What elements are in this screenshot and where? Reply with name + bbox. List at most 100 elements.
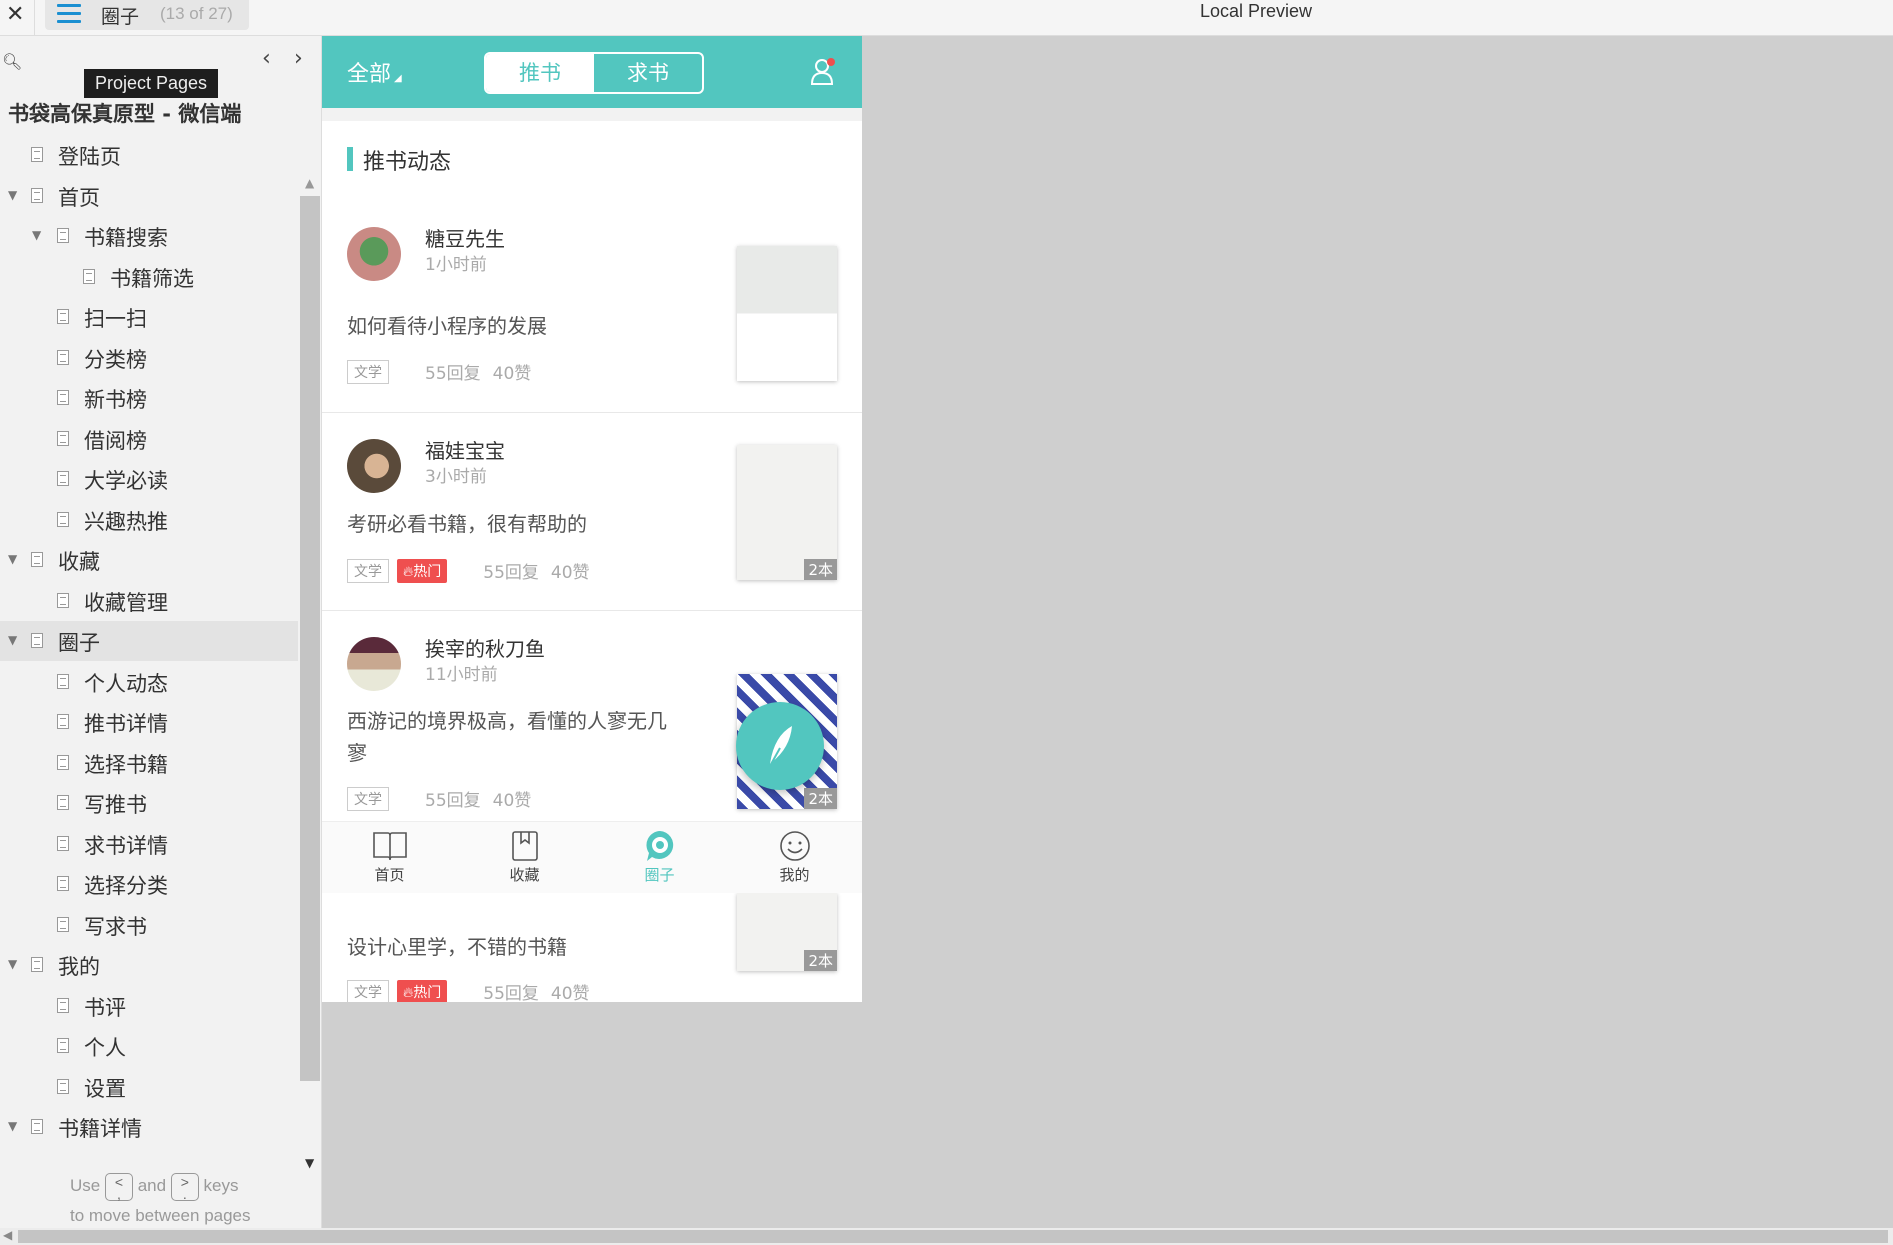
tab-home[interactable]: 首页 — [322, 822, 457, 893]
tab-recommend[interactable]: 推书 — [486, 54, 594, 92]
scrollbar-thumb[interactable] — [300, 196, 320, 1081]
tree-item[interactable]: 分类榜 — [0, 338, 298, 378]
tree-item[interactable]: 新书榜 — [0, 378, 298, 418]
top-bar: ✕ 圈子 (13 of 27) Local Preview — [0, 0, 1893, 36]
menu-icon[interactable] — [57, 4, 81, 24]
tree-item-label: 设置 — [84, 1076, 126, 1101]
page-icon — [57, 876, 69, 891]
tree-item[interactable]: 登陆页 — [0, 135, 298, 175]
category-tag: 文学 — [347, 979, 389, 1002]
page-icon — [57, 1038, 69, 1053]
keyboard-hint: Use <, and >. keys to move between pages — [70, 1171, 310, 1230]
tree-item[interactable]: ▼ 圈子 — [0, 621, 298, 661]
expand-arrow-icon[interactable]: ▼ — [8, 633, 17, 647]
hint-text: to move between pages — [70, 1205, 251, 1225]
next-page-button[interactable]: › — [294, 46, 303, 71]
post-item[interactable]: 设计心里学，不错的书籍 文学 🔥︎热门 55回复 40赞 2本 — [322, 893, 862, 1002]
preview-title: Local Preview — [1200, 1, 1313, 21]
tab-mine[interactable]: 我的 — [727, 822, 862, 893]
page-icon — [57, 795, 69, 810]
hot-badge: 🔥︎热门 — [397, 558, 448, 583]
book-cover[interactable] — [737, 246, 837, 381]
divider — [34, 0, 35, 36]
key-prev: <, — [104, 1172, 133, 1201]
page-icon — [31, 633, 43, 648]
close-icon[interactable]: ✕ — [6, 2, 24, 27]
page-icon — [31, 552, 43, 567]
tree-item[interactable]: 兴趣热推 — [0, 500, 298, 540]
scroll-down-icon[interactable]: ▼ — [305, 1156, 314, 1170]
page-icon — [31, 147, 43, 162]
horizontal-scrollbar[interactable]: ◀ — [0, 1228, 1893, 1245]
filter-dropdown[interactable]: 全部 ◢ — [347, 56, 402, 88]
tree-item-label: 兴趣热推 — [84, 509, 168, 534]
post-text: 西游记的境界极高，看懂的人寥无几寥 — [347, 709, 667, 765]
expand-arrow-icon[interactable]: ▼ — [8, 957, 17, 971]
avatar[interactable] — [347, 227, 401, 281]
page-icon — [57, 673, 69, 689]
page-icon — [57, 916, 69, 932]
page-icon — [57, 835, 69, 851]
prev-page-button[interactable]: ‹ — [262, 46, 271, 71]
tree-item-label: 登陆页 — [58, 145, 121, 169]
expand-arrow-icon[interactable]: ▼ — [8, 1119, 17, 1133]
user-icon[interactable] — [810, 58, 836, 86]
tree-item[interactable]: 书籍筛选 — [0, 257, 298, 297]
tree-item[interactable]: ▼ 首页 — [0, 176, 298, 216]
tree-item-label: 借阅榜 — [84, 428, 147, 453]
page-icon — [57, 511, 69, 527]
user-name[interactable]: 糖豆先生 — [425, 223, 505, 252]
tree-item[interactable]: 书评 — [0, 986, 298, 1026]
post-item[interactable]: 糖豆先生 1小时前 如何看待小程序的发展 文学 55回复 40赞 — [322, 201, 862, 413]
tree-item[interactable]: 大学必读 — [0, 459, 298, 499]
tree-item[interactable]: 写求书 — [0, 905, 298, 945]
search-icon[interactable]: 🔍︎ — [2, 52, 22, 71]
sidebar-scrollbar[interactable]: ▲ ▼ — [300, 176, 320, 1176]
tree-item[interactable]: 求书详情 — [0, 824, 298, 864]
tree-item-label: 收藏管理 — [84, 590, 168, 615]
tree-item[interactable]: 写推书 — [0, 783, 298, 823]
scrollbar-thumb[interactable] — [18, 1230, 1888, 1243]
tree-item[interactable]: 个人动态 — [0, 662, 298, 702]
book-cover[interactable]: 2本 — [737, 445, 837, 580]
page-icon — [57, 471, 69, 486]
write-post-button[interactable] — [736, 702, 824, 790]
tab-favorites[interactable]: 收藏 — [457, 822, 592, 893]
scroll-up-icon[interactable]: ▲ — [305, 176, 314, 190]
post-meta: 文学 55回复 40赞 — [347, 359, 543, 384]
expand-arrow-icon[interactable]: ▼ — [8, 552, 17, 566]
tree-item[interactable]: 推书详情 — [0, 702, 298, 742]
post-time: 1小时前 — [425, 255, 487, 275]
tree-item[interactable]: ▼ 收藏 — [0, 540, 298, 580]
tree-item[interactable]: 选择书籍 — [0, 743, 298, 783]
avatar[interactable] — [347, 637, 401, 691]
tree-item[interactable]: ▼ 我的 — [0, 945, 298, 985]
post-text: 设计心里学，不错的书籍 — [347, 935, 567, 959]
scroll-left-icon[interactable]: ◀ — [3, 1228, 12, 1242]
avatar[interactable] — [347, 439, 401, 493]
tab-request[interactable]: 求书 — [594, 54, 702, 92]
user-name[interactable]: 挨宰的秋刀鱼 — [425, 633, 545, 662]
tree-item[interactable]: 收藏管理 — [0, 581, 298, 621]
post-item[interactable]: 福娃宝宝 3小时前 考研必看书籍，很有帮助的 文学 🔥︎热门 55回复 40赞 2本 — [322, 413, 862, 611]
tree-item[interactable]: ▼ 书籍搜索 — [0, 216, 298, 256]
tree-item[interactable]: 扫一扫 — [0, 297, 298, 337]
tree-item[interactable]: 个人 — [0, 1026, 298, 1066]
expand-arrow-icon[interactable]: ▼ — [32, 228, 41, 242]
tree-item[interactable]: 选择分类 — [0, 864, 298, 904]
category-tag: 文学 — [347, 558, 389, 583]
expand-arrow-icon[interactable]: ▼ — [8, 188, 17, 202]
tree-item[interactable]: 借阅榜 — [0, 419, 298, 459]
page-icon — [31, 957, 43, 972]
tree-item-label: 求书详情 — [84, 833, 168, 858]
user-name[interactable]: 福娃宝宝 — [425, 435, 505, 464]
page-icon — [57, 997, 69, 1013]
page-selector[interactable]: 圈子 (13 of 27) — [45, 0, 249, 30]
tree-item[interactable]: 设置 — [0, 1067, 298, 1107]
tree-item-label: 扫一扫 — [84, 307, 147, 331]
book-cover[interactable]: 2本 — [737, 893, 837, 971]
tree-item[interactable]: ▼ 书籍详情 — [0, 1107, 298, 1147]
tab-circle[interactable]: 圈子 — [592, 822, 727, 893]
tree-item-label: 写求书 — [84, 914, 147, 939]
page-icon — [57, 592, 69, 608]
